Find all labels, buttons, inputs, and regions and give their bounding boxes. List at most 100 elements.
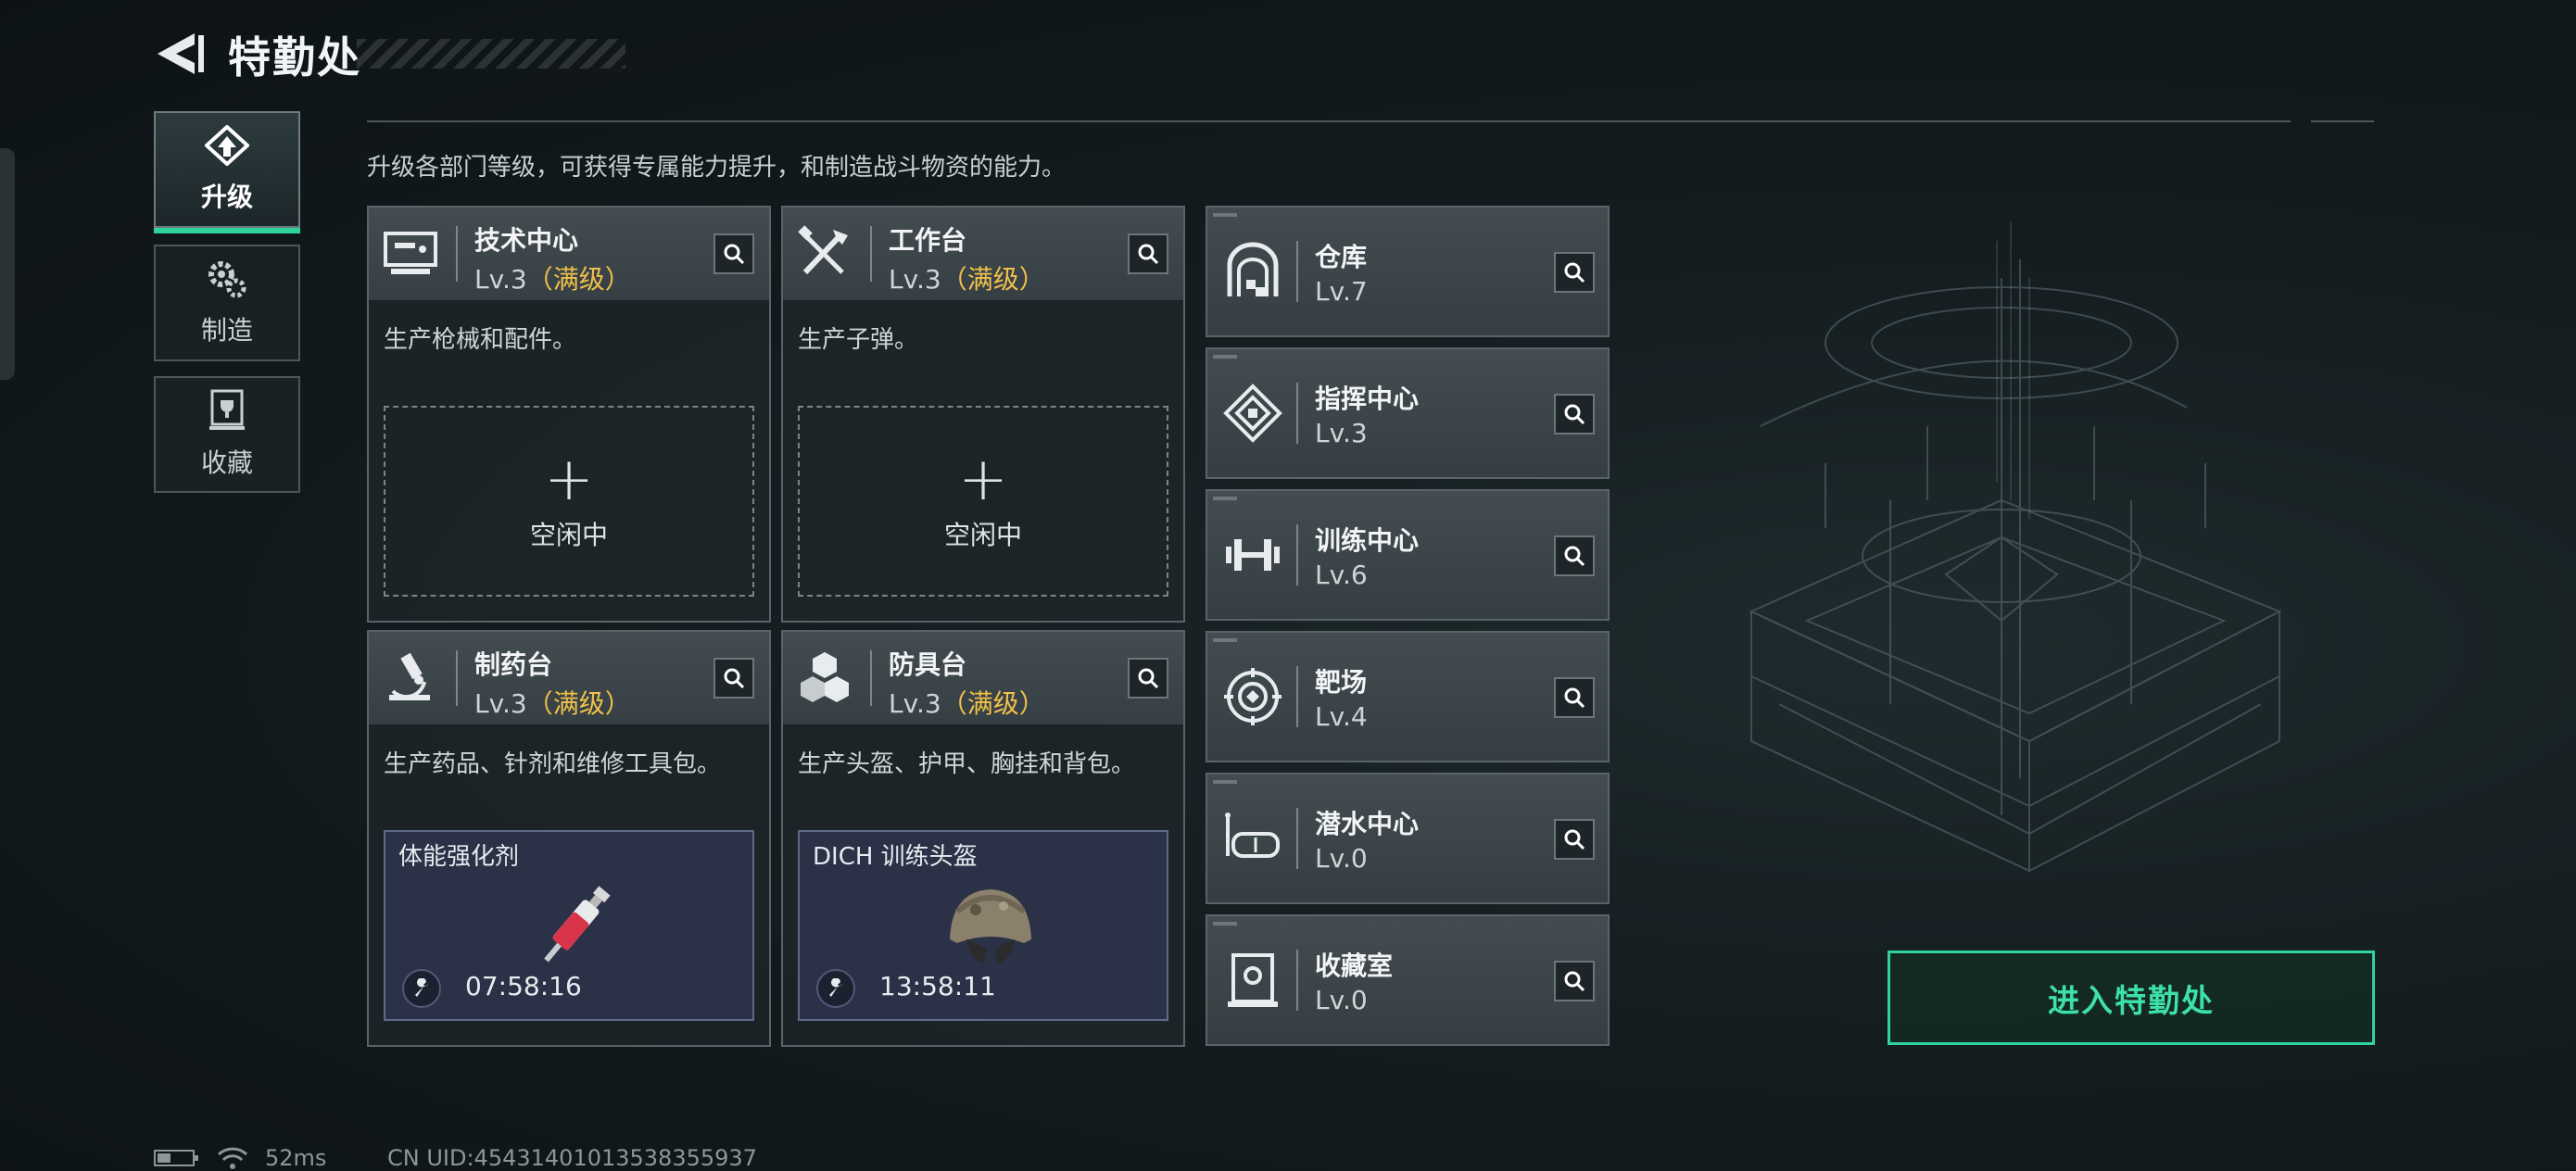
- display-case-icon: [1228, 953, 1278, 1007]
- header-separator: [870, 650, 872, 706]
- facility-level: Lv.6: [1315, 560, 1368, 590]
- battery-icon: [154, 1150, 198, 1166]
- facility-level: Lv.7: [1315, 276, 1368, 307]
- idle-status-label: 空闲中: [943, 520, 1022, 550]
- inspect-button[interactable]: [1554, 535, 1595, 576]
- header-separator: [1296, 241, 1298, 302]
- facility-level: Lv.0: [1315, 985, 1368, 1015]
- production-slot[interactable]: DICH 训练头盔 13:58:11: [798, 830, 1168, 1021]
- corner-tag: [1213, 213, 1237, 217]
- magnifier-icon: [1138, 668, 1159, 689]
- upgrade-icon: [205, 125, 249, 166]
- facility-card-command-center[interactable]: 指挥中心 Lv.3: [1206, 347, 1610, 479]
- back-button[interactable]: [154, 30, 208, 78]
- magnifier-icon: [724, 244, 745, 265]
- corner-tag: [1213, 922, 1237, 925]
- workbench-card-armory[interactable]: 防具台 Lv.3（满级） 生产头盔、护甲、胸挂和背包。 DICH 训练头盔 13…: [781, 630, 1185, 1047]
- facility-name: 训练中心: [1315, 525, 1420, 556]
- header-separator: [456, 650, 458, 706]
- inspect-button[interactable]: [1554, 961, 1595, 1001]
- facility-card-diving-center[interactable]: 潜水中心 Lv.0: [1206, 773, 1610, 904]
- card-header: 工作台 Lv.3（满级）: [783, 208, 1183, 300]
- gears-icon: [208, 261, 246, 298]
- workbench-name: 防具台: [889, 649, 967, 680]
- warehouse-icon: [1227, 242, 1279, 296]
- magnifier-icon: [1564, 829, 1585, 850]
- idle-production-slot[interactable]: + 空闲中: [798, 406, 1168, 597]
- facility-name: 收藏室: [1315, 951, 1394, 981]
- header-separator: [1296, 666, 1298, 727]
- inspect-button[interactable]: [713, 233, 754, 274]
- workbench-level: Lv.3（满级）: [474, 688, 631, 719]
- screen-edge-tab: [0, 148, 15, 380]
- enter-special-ops-button[interactable]: 进入特勤处: [1888, 951, 2375, 1045]
- facility-card-warehouse[interactable]: 仓库 Lv.7: [1206, 206, 1610, 337]
- max-level-tag: （满级）: [526, 688, 631, 719]
- card-header: 防具台 Lv.3（满级）: [783, 632, 1183, 724]
- magnifier-icon: [1564, 262, 1585, 283]
- top-divider: [367, 120, 2291, 122]
- header-separator: [1296, 383, 1298, 444]
- facility-name: 潜水中心: [1315, 809, 1420, 839]
- wrench-icon: [816, 969, 855, 1008]
- nav-tab-label: 升级: [200, 182, 253, 212]
- wifi-icon: [217, 1147, 248, 1169]
- title-decoration: [357, 39, 625, 69]
- page-title: 特勤处: [228, 32, 361, 82]
- header-separator: [1296, 808, 1298, 869]
- corner-tag: [1213, 355, 1237, 359]
- corner-tag: [1213, 780, 1237, 784]
- workbench-description: 生产枪械和配件。: [384, 326, 577, 354]
- max-level-tag: （满级）: [941, 688, 1045, 719]
- workbench-card-workshop[interactable]: 工作台 Lv.3（满级） 生产子弹。 + 空闲中: [781, 206, 1185, 623]
- diving-mask-icon: [1225, 812, 1280, 858]
- workbench-name: 工作台: [889, 225, 967, 256]
- add-icon: +: [958, 446, 1008, 514]
- workbench-description: 生产药品、针剂和维修工具包。: [384, 750, 722, 778]
- production-item-name: 体能强化剂: [398, 843, 520, 871]
- workbench-level: Lv.3（满级）: [889, 688, 1045, 719]
- page-description: 升级各部门等级，可获得专属能力提升，和制造战斗物资的能力。: [367, 154, 1067, 182]
- ping-readout: 52ms: [265, 1145, 327, 1171]
- add-icon: +: [544, 446, 594, 514]
- production-slot[interactable]: 体能强化剂 07:58:16: [384, 830, 754, 1021]
- nav-tab-upgrade[interactable]: 升级: [154, 111, 300, 233]
- enter-button-label: 进入特勤处: [2048, 982, 2215, 1020]
- magnifier-icon: [1564, 546, 1585, 567]
- facility-card-shooting-range[interactable]: 靶场 Lv.4: [1206, 631, 1610, 762]
- inspect-button[interactable]: [1554, 677, 1595, 718]
- workbench-level: Lv.3（满级）: [889, 264, 1045, 295]
- helmet-icon: [950, 889, 1031, 963]
- workbench-card-tech-center[interactable]: 技术中心 Lv.3（满级） 生产枪械和配件。 + 空闲中: [367, 206, 771, 623]
- workbench-name: 技术中心: [474, 225, 579, 256]
- header-separator: [1296, 524, 1298, 586]
- header-separator: [1296, 950, 1298, 1011]
- workbench-name: 制药台: [474, 649, 553, 680]
- inspect-button[interactable]: [1554, 252, 1595, 293]
- max-level-tag: （满级）: [941, 264, 1045, 295]
- header-separator: [870, 226, 872, 282]
- idle-production-slot[interactable]: + 空闲中: [384, 406, 754, 597]
- inspect-button[interactable]: [1128, 658, 1168, 699]
- cubes-icon: [801, 652, 849, 702]
- wrench-icon: [402, 969, 441, 1008]
- facility-level: Lv.3: [1315, 418, 1368, 448]
- facility-name: 靶场: [1315, 667, 1368, 698]
- production-timer: 07:58:16: [465, 971, 582, 1001]
- facility-card-collection-room[interactable]: 收藏室 Lv.0: [1206, 914, 1610, 1046]
- magnifier-icon: [724, 668, 745, 689]
- workbench-card-pharmacy[interactable]: 制药台 Lv.3（满级） 生产药品、针剂和维修工具包。 体能强化剂 07:58:…: [367, 630, 771, 1047]
- inspect-button[interactable]: [1128, 233, 1168, 274]
- inspect-button[interactable]: [1554, 819, 1595, 860]
- inspect-button[interactable]: [713, 658, 754, 699]
- workbench-description: 生产子弹。: [798, 326, 919, 354]
- nav-tab-craft[interactable]: 制造: [154, 245, 300, 361]
- magnifier-icon: [1138, 244, 1159, 265]
- nav-tab-collection[interactable]: 收藏: [154, 376, 300, 493]
- user-uid: CN UID:45431401013538355937: [387, 1145, 757, 1171]
- microscope-icon: [389, 652, 430, 700]
- facility-name: 指挥中心: [1315, 384, 1420, 414]
- inspect-button[interactable]: [1554, 394, 1595, 434]
- header-separator: [456, 226, 458, 282]
- facility-card-training-center[interactable]: 训练中心 Lv.6: [1206, 489, 1610, 621]
